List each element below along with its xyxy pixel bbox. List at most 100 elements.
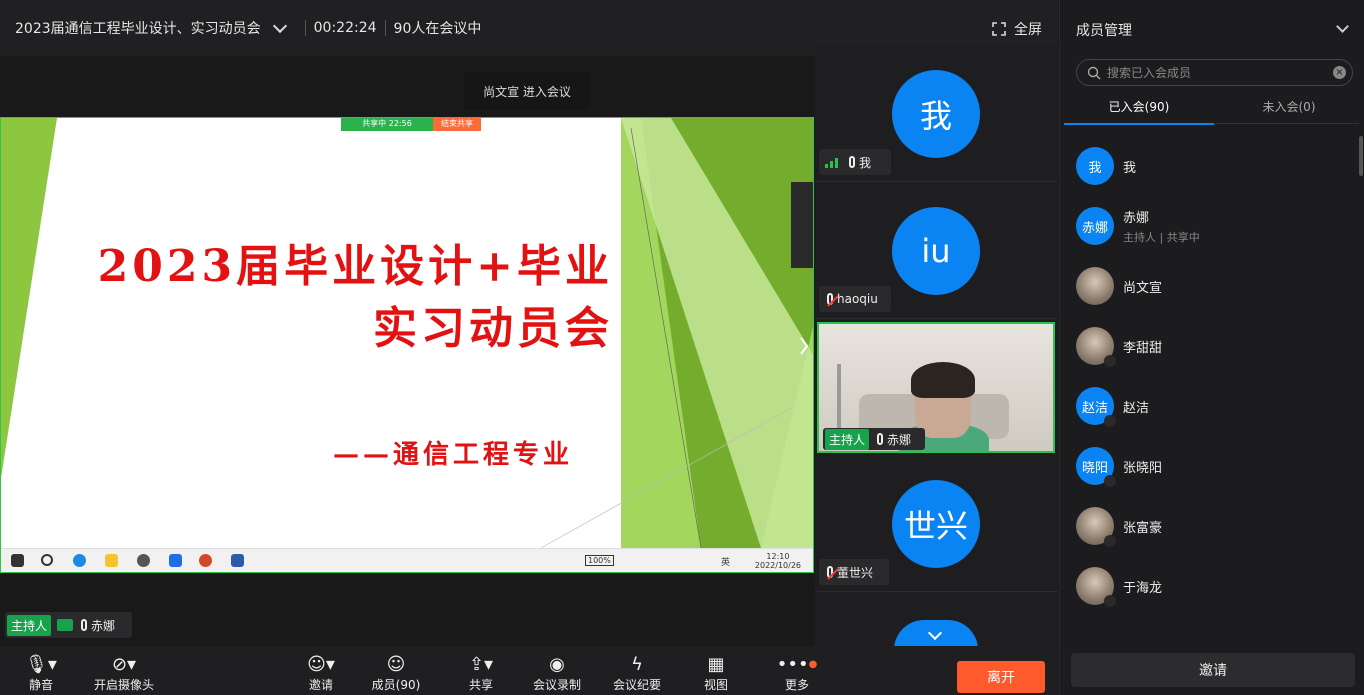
avatar: iu [892,207,980,295]
participant-name: 我 [859,155,872,170]
participant-tiles: 我 我 iu haoqiu 主持人 赤娜 世兴 董世兴 [815,46,1058,650]
invite-label: 邀请 [308,678,333,692]
mute-label: 静音 [28,678,53,692]
join-toast: 尚文宣 进入会议 [464,72,590,110]
microphone-icon [81,619,88,631]
avatar: 世兴 [892,480,980,568]
video-person-hair [911,362,975,398]
host-badge: 主持人 [825,428,870,450]
search-placeholder: 搜索已入会成员 [1107,66,1192,80]
participant-name: 赤娜 [887,432,912,447]
avatar: 我 [892,70,980,158]
scrollbar[interactable] [1359,136,1363,176]
tab-not-joined[interactable]: 未入会(0) [1214,98,1364,115]
add-user-icon: ☺▾ [307,654,335,675]
grid-icon: ▦ [707,654,725,675]
participant-video[interactable]: 主持人 赤娜 [817,322,1055,453]
slide-subtitle: ——通信工程专业 [333,440,574,470]
share-button[interactable]: ⇪▾ 共享 [446,654,516,693]
camera-button[interactable]: ⊘▾ 开启摄像头 [86,654,162,693]
member-item[interactable]: 尚文宣 [1076,266,1336,306]
avatar: 赤娜 [1076,207,1114,245]
member-name: 张富豪 [1123,520,1163,536]
invite-button[interactable]: ☺▾ 邀请 [286,654,356,693]
chevron-down-icon [927,625,943,641]
tile-label: 董世兴 [819,559,889,585]
share-screen-icon: ⇪▾ [468,654,494,675]
taskbar-clock: 12:10 2022/10/26 [755,552,801,570]
member-item[interactable]: 我 我 [1076,146,1336,186]
meeting-toolbar: 🎙▾ 静音 ⊘▾ 开启摄像头 ☺▾ 邀请 ☺ 成员(90) ⇪▾ 共享 ◉ 会议… [0,646,1058,695]
participant-tile[interactable]: 我 我 [815,46,1058,182]
member-status: 主持人 | 共享中 [1123,231,1200,244]
record-label: 会议录制 [532,678,581,692]
slide-left-shape [1,118,57,478]
host-badge: 主持人 [7,614,52,636]
camera-label: 开启摄像头 [93,678,154,692]
summary-label: 会议纪要 [612,678,661,692]
stop-share-button[interactable]: 结束共享 [433,118,481,131]
microphone-muted-icon [1104,475,1116,487]
avatar [1076,507,1116,547]
share-status-bar: 共享中 22:56 结束共享 [341,118,481,131]
signal-icon [825,158,838,168]
participant-tile[interactable]: 世兴 董世兴 [815,456,1058,592]
member-item[interactable]: 赵洁 赵洁 [1076,386,1336,427]
taskbar-time: 12:10 [766,552,790,561]
record-icon: ◉ [549,654,565,675]
microphone-icon [877,433,884,445]
tab-joined[interactable]: 已入会(90) [1064,98,1214,125]
member-item[interactable]: 赤娜 赤娜 主持人 | 共享中 [1076,206,1336,246]
shared-slide[interactable]: 共享中 22:56 结束共享 2023届毕业设计+毕业 实习动员会 ——通信工程… [0,117,814,573]
microphone-muted-icon [827,293,833,305]
more-label: 更多 [784,678,809,692]
microphone-icon [849,156,855,168]
member-name: 赤娜 [1123,211,1150,226]
speaker-name: 赤娜 [91,618,116,633]
member-item[interactable]: 张富豪 [1076,506,1336,547]
summary-icon: ϟ [631,654,643,675]
share-label: 共享 [468,678,493,692]
divider [304,20,306,36]
participant-name: 董世兴 [837,565,874,580]
avatar: 我 [1076,147,1114,185]
slide-title: 2023届毕业设计+毕业 实习动员会 [98,236,613,360]
participant-tile[interactable]: iu haoqiu [815,183,1058,319]
member-name: 李甜甜 [1123,340,1163,356]
microphone-icon: 🎙▾ [25,654,57,675]
view-button[interactable]: ▦ 视图 [681,654,751,693]
member-item[interactable]: 李甜甜 [1076,326,1336,367]
fullscreen-button[interactable]: 全屏 [992,19,1042,39]
member-search-input[interactable]: 搜索已入会成员 × [1076,59,1353,86]
avatar: 晓阳 [1076,447,1116,487]
word-icon [231,554,244,567]
members-button[interactable]: ☺ 成员(90) [361,654,431,693]
chevron-down-icon[interactable] [1336,20,1349,33]
mute-button[interactable]: 🎙▾ 静音 [6,654,76,693]
meeting-app-icon [169,554,182,567]
member-item[interactable]: 晓阳 张晓阳 [1076,446,1336,487]
summary-button[interactable]: ϟ 会议纪要 [602,654,672,693]
leave-button[interactable]: 离开 [957,661,1045,693]
taskbar-date: 2022/10/26 [754,561,801,570]
elapsed-time: 00:22:24 [313,20,377,36]
member-item[interactable]: 于海龙 [1076,566,1336,607]
slide-title-line2: 实习动员会 [373,303,613,354]
microphone-muted-icon [1104,595,1116,607]
invite-members-button[interactable]: 邀请 [1071,653,1355,687]
meeting-title[interactable]: 2023届通信工程毕业设计、实习动员会 [15,18,261,38]
record-button[interactable]: ◉ 会议录制 [522,654,592,693]
member-tabs: 已入会(90) 未入会(0) [1064,95,1359,125]
avatar [1076,327,1116,367]
member-name: 我 [1123,160,1137,176]
edge-icon [73,554,86,567]
fullscreen-icon [992,22,1006,36]
participant-name: haoqiu [837,292,878,306]
chevron-down-icon[interactable] [272,18,287,34]
more-button[interactable]: •••● 更多 [762,654,832,693]
shared-screen-area: 尚文宣 进入会议 共享中 22:56 结束共享 2023届毕业设计+毕业 实习动… [0,56,814,646]
attendee-count: 90人在会议中 [393,21,482,37]
view-label: 视图 [703,678,728,692]
clear-icon[interactable]: × [1333,66,1346,79]
slide-side-tab [791,182,813,268]
